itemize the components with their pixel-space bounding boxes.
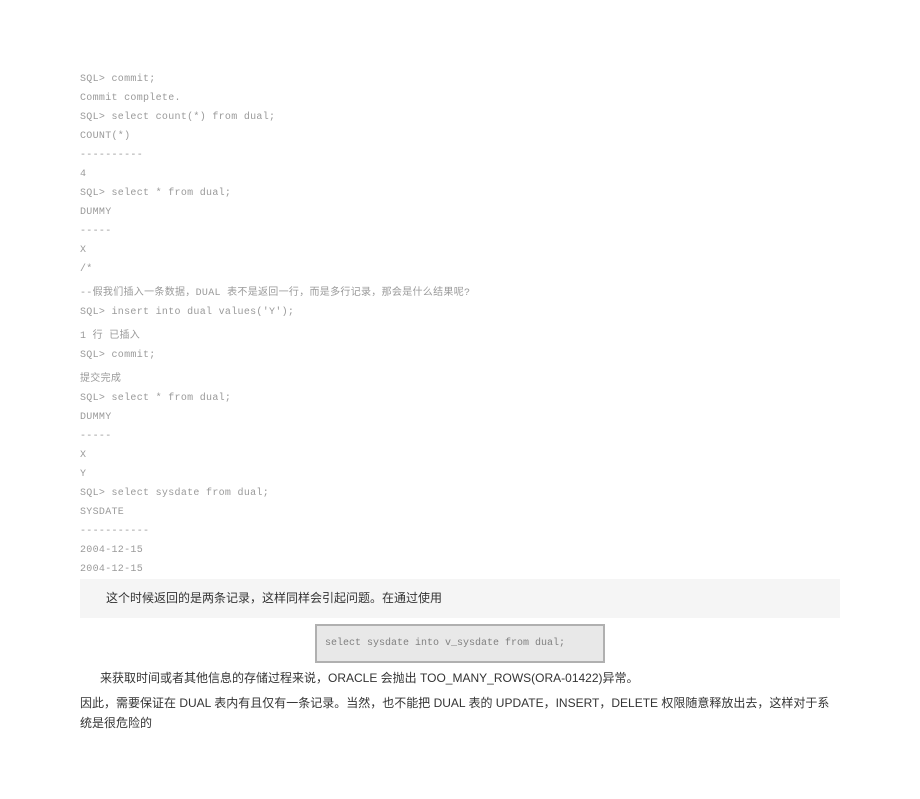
sql-sep-4: ----------- xyxy=(80,522,840,541)
sql-sysdate-header: SYSDATE xyxy=(80,503,840,522)
sql-select-sysdate: SQL> select sysdate from dual; xyxy=(80,484,840,503)
sql-sep-2: ----- xyxy=(80,222,840,241)
sql-sep-1: ---------- xyxy=(80,146,840,165)
sql-comment-start: /* xyxy=(80,260,840,279)
sql-count-header: COUNT(*) xyxy=(80,127,840,146)
sql-commit-2: SQL> commit; xyxy=(80,346,840,365)
sql-insert: SQL> insert into dual values('Y'); xyxy=(80,303,840,322)
sql-sep-3: ----- xyxy=(80,427,840,446)
sql-row-inserted: 1 行 已插入 xyxy=(80,322,840,346)
sql-select-count: SQL> select count(*) from dual; xyxy=(80,108,840,127)
sql-y: Y xyxy=(80,465,840,484)
note-2: 来获取时间或者其他信息的存储过程来说，ORACLE 会抛出 TOO_MANY_R… xyxy=(80,669,840,688)
sql-select-dual-2: SQL> select * from dual; xyxy=(80,389,840,408)
sql-date-1: 2004-12-15 xyxy=(80,541,840,560)
code-box-text: select sysdate into v_sysdate from dual; xyxy=(325,638,595,649)
sql-commit: SQL> commit; xyxy=(80,70,840,89)
sql-comment-chinese: --假我们插入一条数据，DUAL 表不是返回一行，而是多行记录，那会是什么结果呢… xyxy=(80,279,840,303)
sql-date-2: 2004-12-15 xyxy=(80,560,840,579)
sql-count-value: 4 xyxy=(80,165,840,184)
note-3: 因此，需要保证在 DUAL 表内有且仅有一条记录。当然，也不能把 DUAL 表的… xyxy=(80,694,840,732)
sql-commit-complete: Commit complete. xyxy=(80,89,840,108)
sql-select-dual-1: SQL> select * from dual; xyxy=(80,184,840,203)
note-1: 这个时候返回的是两条记录，这样同样会引起问题。在通过使用 xyxy=(86,589,834,608)
note-block-1: 这个时候返回的是两条记录，这样同样会引起问题。在通过使用 xyxy=(80,579,840,618)
code-box: select sysdate into v_sysdate from dual; xyxy=(315,624,605,663)
sql-dummy-header-1: DUMMY xyxy=(80,203,840,222)
sql-commit-done: 提交完成 xyxy=(80,365,840,389)
sql-x-1: X xyxy=(80,241,840,260)
sql-dummy-header-2: DUMMY xyxy=(80,408,840,427)
sql-x-2: X xyxy=(80,446,840,465)
document-page: SQL> commit; Commit complete. SQL> selec… xyxy=(0,0,920,799)
